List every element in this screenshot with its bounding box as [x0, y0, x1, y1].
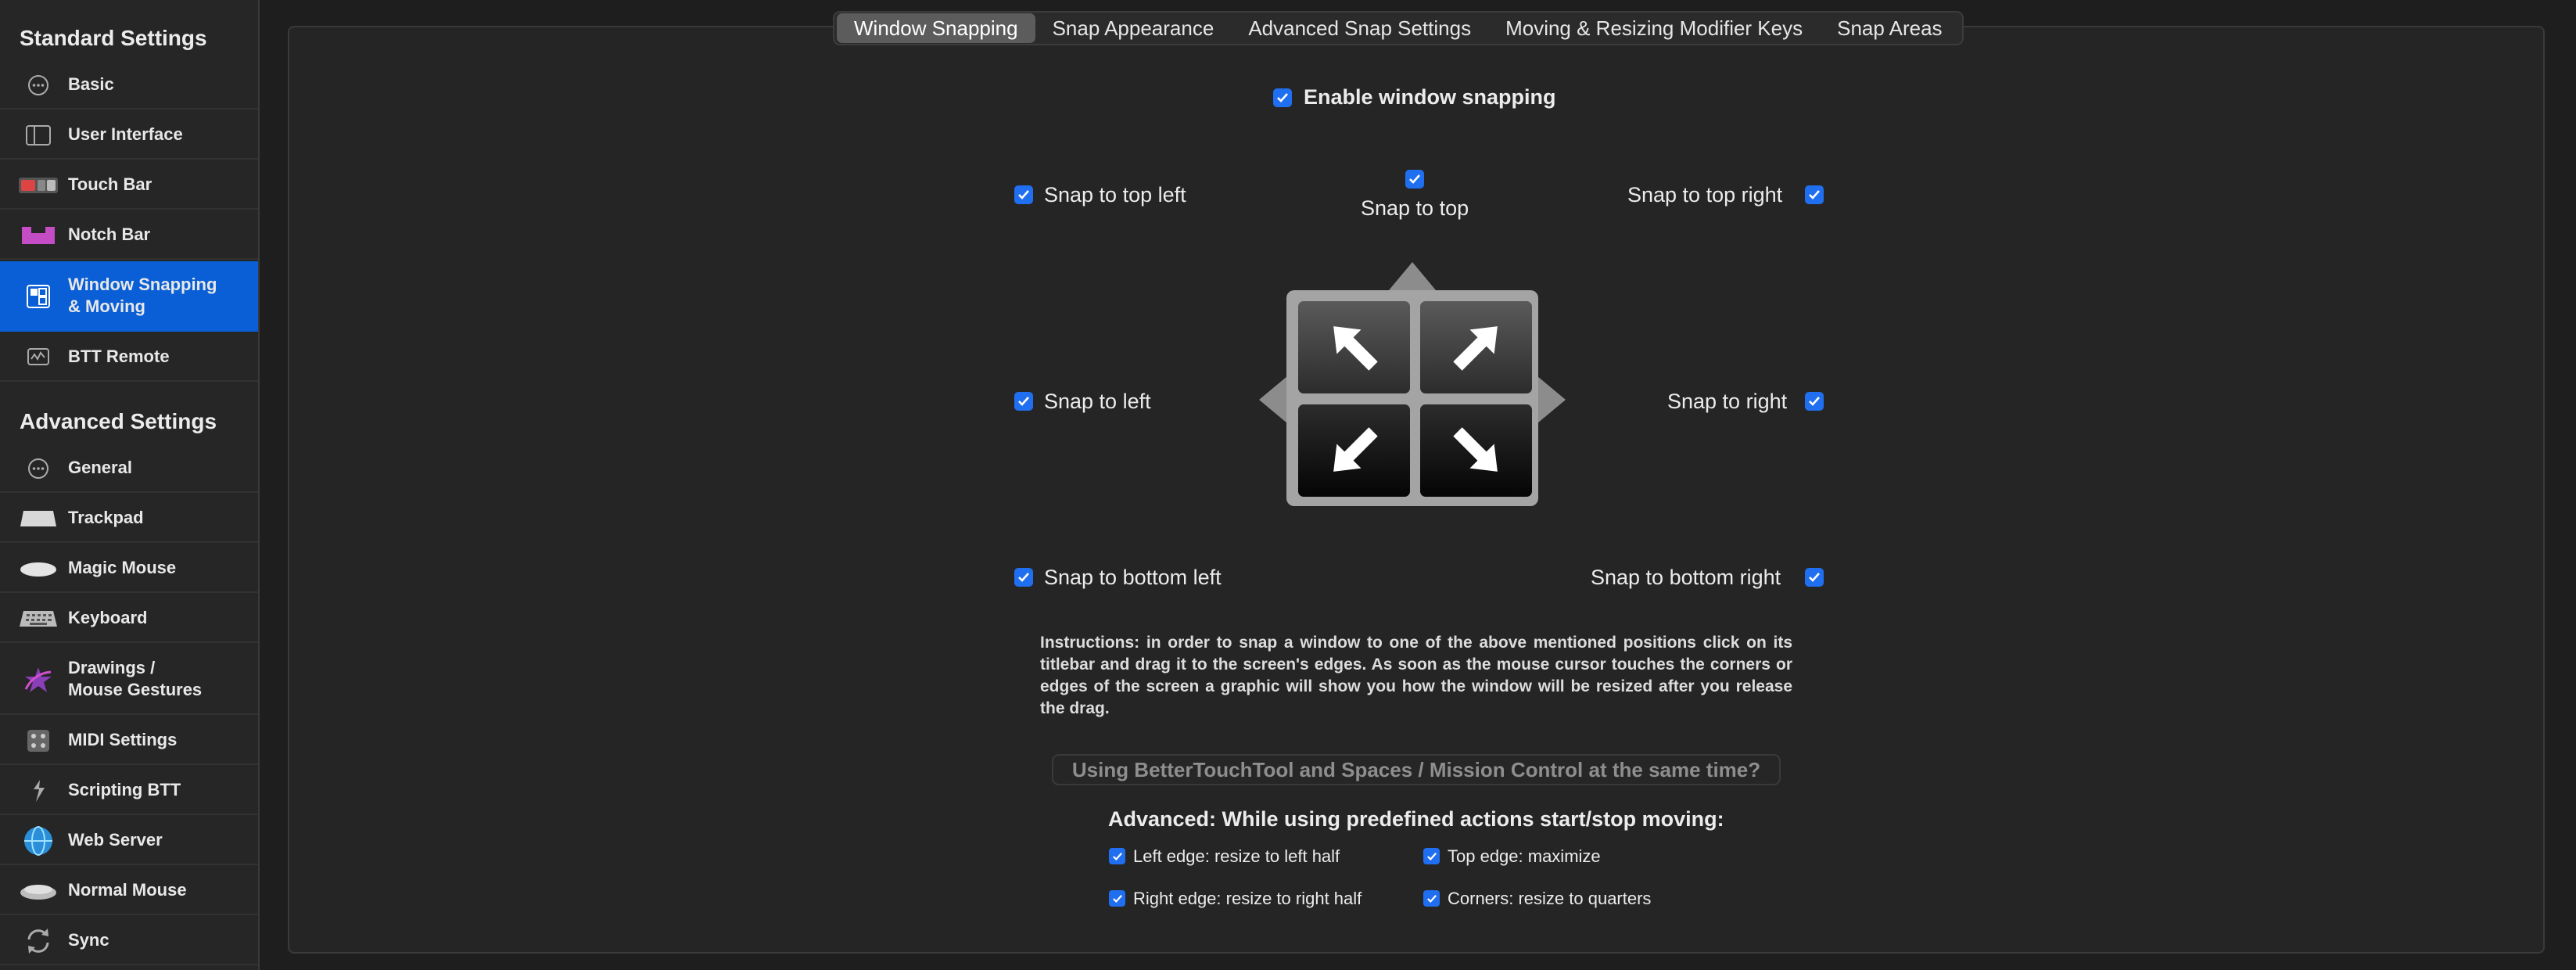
sidebar-item-label: Notch Bar [68, 225, 151, 244]
left-edge-checkbox[interactable] [1109, 848, 1125, 864]
snap-top-left-checkbox[interactable] [1014, 185, 1033, 204]
checkmark-icon [1018, 573, 1029, 582]
checkmark-icon [1809, 573, 1820, 582]
sidebar-item-btt-remote[interactable]: BTT Remote [0, 333, 258, 382]
midi-icon [19, 728, 58, 754]
snap-right-checkbox[interactable] [1805, 392, 1824, 411]
advanced-moving-heading: Advanced: While using predefined actions… [1108, 807, 1724, 831]
globe-icon [19, 826, 58, 856]
tab-snap-areas[interactable]: Snap Areas [1820, 13, 1959, 43]
sidebar-item-label: Keyboard [68, 608, 148, 627]
sidebar-item-normal-mouse[interactable]: Normal Mouse [0, 867, 258, 915]
checkmark-icon [1277, 93, 1288, 102]
checkmark-icon [1809, 397, 1820, 406]
tab-modifier-keys[interactable]: Moving & Resizing Modifier Keys [1488, 13, 1820, 43]
snap-top-right-checkbox[interactable] [1805, 185, 1824, 204]
spaces-mission-control-button[interactable]: Using BetterTouchTool and Spaces / Missi… [1052, 754, 1781, 785]
sidebar-item-label: MIDI Settings [68, 730, 178, 749]
snap-right-label: Snap to right [1667, 390, 1788, 413]
sidebar-item-label: Sync [68, 930, 109, 950]
sidebar-item-magic-mouse[interactable]: Magic Mouse [0, 544, 258, 593]
mouse-icon [19, 878, 58, 904]
sidebar-item-drawings-gestures[interactable]: Drawings / Mouse Gestures [0, 645, 258, 715]
ellipsis-circle-icon [19, 455, 58, 482]
sidebar-item-label: User Interface [68, 124, 183, 144]
snap-left-checkbox[interactable] [1014, 392, 1033, 411]
snap-top-left-label: Snap to top left [1044, 183, 1186, 207]
enable-snapping-checkbox[interactable] [1273, 88, 1292, 107]
checkmark-icon [1112, 852, 1122, 860]
sidebar-item-general[interactable]: General [0, 444, 258, 493]
checkmark-icon [1426, 852, 1437, 860]
sidebar-item-label: General [68, 458, 132, 477]
magic-mouse-icon [19, 555, 58, 582]
corners-checkbox[interactable] [1423, 890, 1440, 907]
sidebar-item-touch-bar[interactable]: Touch Bar [0, 161, 258, 210]
checkmark-icon [1112, 894, 1122, 903]
sidebar-item-label: Web Server [68, 830, 163, 850]
instructions-text: Instructions: in order to snap a window … [1040, 634, 1792, 717]
sidebar-item-sync[interactable]: Sync [0, 917, 258, 965]
sidebar-item-basic[interactable]: Basic [0, 61, 258, 110]
tab-advanced-snap-settings[interactable]: Advanced Snap Settings [1231, 13, 1488, 43]
tab-bar: Window Snapping Snap Appearance Advanced… [833, 11, 1964, 45]
right-edge-label: Right edge: resize to right half [1133, 889, 1362, 908]
snap-left-label: Snap to left [1044, 390, 1151, 413]
keyboard-icon [19, 605, 58, 632]
snap-top-label: Snap to top [1361, 196, 1469, 220]
sidebar-item-label: Magic Mouse [68, 558, 177, 577]
window-snapping-icon [19, 283, 58, 310]
snap-bottom-right-checkbox[interactable] [1805, 568, 1824, 587]
touch-bar-icon [19, 172, 58, 199]
sidebar-item-label: Trackpad [68, 508, 144, 527]
sidebar-item-label: Touch Bar [68, 174, 152, 194]
tab-window-snapping[interactable]: Window Snapping [837, 13, 1035, 43]
sidebar: Standard Settings Basic User Interface T… [0, 0, 260, 970]
sync-icon [19, 928, 58, 954]
checkmark-icon [1018, 397, 1029, 406]
snap-bottom-right-label: Snap to bottom right [1591, 566, 1781, 589]
sidebar-item-label: Window Snapping & Moving [68, 275, 217, 316]
top-edge-label: Top edge: maximize [1448, 846, 1601, 866]
snap-top-checkbox[interactable] [1405, 170, 1424, 189]
sidebar-item-label: Drawings / Mouse Gestures [68, 658, 203, 699]
sidebar-item-label: BTT Remote [68, 347, 170, 366]
checkmark-icon [1409, 174, 1420, 184]
checkmark-icon [1809, 190, 1820, 199]
trackpad-icon [19, 505, 58, 532]
ellipsis-circle-icon [19, 72, 58, 99]
enable-snapping-label: Enable window snapping [1304, 85, 1556, 109]
window-snap-diagram-icon [1259, 262, 1566, 506]
sidebar-item-user-interface[interactable]: User Interface [0, 111, 258, 160]
tab-snap-appearance[interactable]: Snap Appearance [1035, 13, 1232, 43]
sidebar-item-web-server[interactable]: Web Server [0, 817, 258, 865]
right-edge-checkbox[interactable] [1109, 890, 1125, 907]
sidebar-item-notch-bar[interactable]: Notch Bar [0, 211, 258, 260]
advanced-settings-heading: Advanced Settings [20, 409, 217, 433]
sidebar-item-label: Normal Mouse [68, 880, 187, 900]
sidebar-item-window-snapping[interactable]: Window Snapping & Moving [0, 261, 258, 332]
sidebar-item-trackpad[interactable]: Trackpad [0, 494, 258, 543]
sidebar-item-label: Scripting BTT [68, 780, 181, 799]
left-edge-label: Left edge: resize to left half [1133, 846, 1340, 866]
notch-bar-icon [19, 222, 58, 249]
standard-settings-heading: Standard Settings [20, 26, 207, 50]
sidebar-item-midi[interactable]: MIDI Settings [0, 717, 258, 765]
sidebar-item-scripting[interactable]: Scripting BTT [0, 767, 258, 815]
sidebar-item-label: Basic [68, 74, 114, 94]
sidebar-icon [19, 122, 58, 149]
snap-bottom-left-label: Snap to bottom left [1044, 566, 1222, 589]
snap-bottom-left-checkbox[interactable] [1014, 568, 1033, 587]
script-icon [19, 778, 58, 804]
snap-top-right-label: Snap to top right [1627, 183, 1783, 207]
drawing-star-icon [19, 666, 58, 693]
checkmark-icon [1018, 190, 1029, 199]
top-edge-checkbox[interactable] [1423, 848, 1440, 864]
checkmark-icon [1426, 894, 1437, 903]
corners-label: Corners: resize to quarters [1448, 889, 1652, 908]
remote-icon [19, 344, 58, 371]
sidebar-item-keyboard[interactable]: Keyboard [0, 595, 258, 643]
